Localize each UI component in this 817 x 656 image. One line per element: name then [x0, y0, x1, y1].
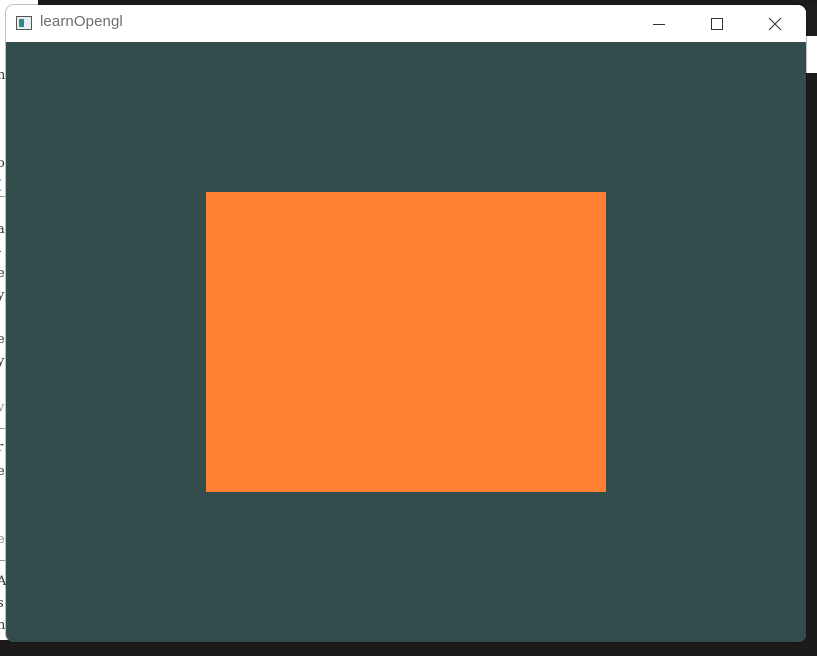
background-editor-footer: [0, 640, 38, 656]
background-text-fragment: y: [0, 354, 5, 369]
background-text-fragment: e: [0, 266, 5, 281]
background-rule: [0, 196, 5, 197]
background-text-fragment: s: [0, 596, 4, 611]
minimize-icon: [653, 23, 665, 25]
background-desktop-bottom: [38, 642, 817, 656]
background-text-fragment: n: [0, 68, 6, 83]
maximize-icon: [711, 17, 723, 30]
title-bar[interactable]: learnOpengl: [6, 5, 806, 42]
window-app-icon[interactable]: [16, 16, 32, 30]
background-text-fragment: r: [0, 440, 4, 455]
app-icon-glyph: [19, 19, 24, 27]
background-editor-edge: [806, 36, 817, 73]
close-button[interactable]: [746, 5, 804, 42]
background-text-fragment: e: [0, 532, 5, 547]
background-rule: [0, 560, 5, 561]
background-text-fragment: e: [0, 464, 5, 479]
background-text-fragment: o: [0, 156, 5, 171]
background-text-fragment: v: [0, 400, 5, 415]
minimize-button[interactable]: [630, 5, 688, 42]
maximize-button[interactable]: [688, 5, 746, 42]
background-text-fragment: -: [0, 244, 1, 259]
background-text-fragment: (: [0, 178, 2, 193]
background-text-fragment: e: [0, 332, 5, 347]
app-window: learnOpengl: [6, 5, 806, 642]
background-text-fragment: y: [0, 288, 5, 303]
opengl-viewport[interactable]: [6, 42, 806, 642]
rendered-rectangle: [206, 192, 606, 492]
background-rule: [0, 428, 5, 429]
background-text-fragment: a: [0, 222, 5, 237]
close-icon: [768, 17, 782, 30]
window-title: learnOpengl: [40, 13, 123, 30]
background-desktop-right: [806, 36, 817, 656]
background-text-fragment: n: [0, 618, 6, 633]
